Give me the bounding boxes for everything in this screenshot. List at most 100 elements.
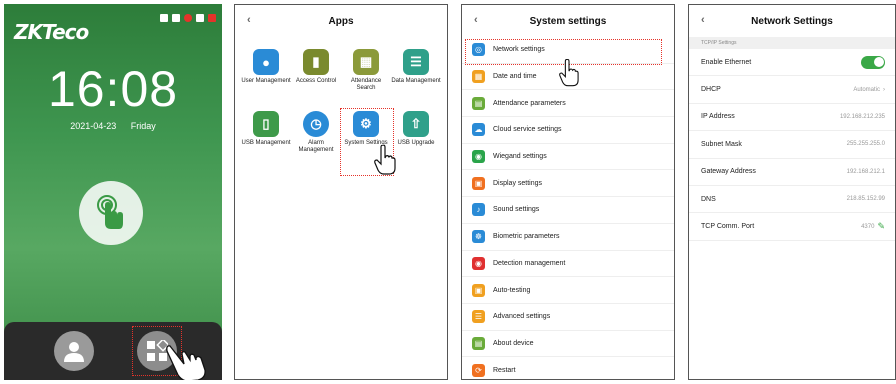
hand-pointer-icon — [374, 145, 396, 175]
home-screen: ZKTeco 16:08 2021-04-23 Friday — [4, 4, 222, 380]
network-row-dhcp[interactable]: DHCP Automatic › — [689, 76, 895, 104]
settings-item-advanced[interactable]: ☰ Advanced settings — [462, 304, 674, 331]
display-icon: ▣ — [472, 176, 485, 190]
settings-item-wiegand[interactable]: ◉ Wiegand settings — [462, 144, 674, 171]
access-control-icon: ▮ — [303, 49, 329, 75]
settings-item-attendance[interactable]: ▤ Attendance parameters — [462, 90, 674, 118]
hand-pointer-icon — [166, 345, 206, 380]
section-header: TCP/IP Settings — [689, 37, 895, 49]
row-value: 4370 ✎ — [861, 221, 885, 232]
page-title: Apps — [328, 15, 354, 27]
attendance-icon: ▤ — [472, 96, 485, 110]
settings-item-label: Detection management — [493, 259, 566, 267]
settings-item-label: Auto-testing — [493, 286, 531, 294]
wiegand-icon: ◉ — [472, 150, 485, 164]
settings-item-label: Network settings — [493, 46, 545, 54]
sound-icon: ♪ — [472, 203, 485, 217]
page-title: System settings — [529, 15, 607, 27]
app-label: User Management — [241, 78, 291, 84]
settings-item-label: Attendance parameters — [493, 99, 566, 107]
settings-item-restart[interactable]: ⟳ Restart — [462, 357, 674, 379]
row-label: DNS — [701, 195, 716, 203]
cloud-icon: ☁ — [472, 123, 485, 137]
row-label: Subnet Mask — [701, 140, 742, 148]
row-label: Enable Ethernet — [701, 58, 752, 66]
app-label: Attendance Search — [350, 78, 382, 91]
auto-testing-icon: ▣ — [472, 283, 485, 297]
clock-date: 2021-04-23 Friday — [4, 121, 222, 131]
network-header: ‹ Network Settings — [689, 5, 895, 37]
app-attendance-search[interactable]: ▦ Attendance Search — [341, 49, 391, 105]
chevron-right-icon: › — [883, 86, 885, 93]
calendar-icon: ▦ — [472, 70, 485, 84]
network-row-tcp-port[interactable]: TCP Comm. Port 4370 ✎ — [689, 213, 895, 241]
settings-item-cloud[interactable]: ☁ Cloud service settings — [462, 117, 674, 144]
hand-pointer-icon — [559, 59, 579, 87]
network-settings-screen: ‹ Network Settings TCP/IP Settings Enabl… — [688, 4, 896, 380]
attendance-search-icon: ▦ — [353, 49, 379, 75]
apps-grid: ● User Management ▮ Access Control ▦ Att… — [241, 49, 441, 176]
app-user-management[interactable]: ● User Management — [241, 49, 291, 105]
advanced-icon: ☰ — [472, 310, 485, 324]
warning-status-icon — [208, 14, 216, 22]
settings-item-label: Cloud service settings — [493, 126, 562, 134]
network-row-subnet[interactable]: Subnet Mask 255.255.255.0 — [689, 131, 895, 159]
row-value: Automatic › — [853, 87, 885, 93]
app-access-control[interactable]: ▮ Access Control — [291, 49, 341, 105]
device-status-icon — [172, 14, 180, 22]
app-usb-upgrade[interactable]: ⇧ USB Upgrade — [391, 111, 441, 167]
edit-pencil-icon[interactable]: ✎ — [877, 221, 885, 232]
usb-upgrade-icon: ⇧ — [403, 111, 429, 137]
settings-item-sound[interactable]: ♪ Sound settings — [462, 197, 674, 224]
app-usb-management[interactable]: ▯ USB Management — [241, 111, 291, 167]
ethernet-toggle[interactable] — [861, 55, 885, 69]
weekday-text: Friday — [130, 121, 156, 131]
user-management-icon: ● — [253, 49, 279, 75]
data-management-icon: ☰ — [403, 49, 429, 75]
app-label: Access Control — [295, 78, 337, 84]
row-value: 192.168.212.1 — [846, 168, 885, 175]
app-data-management[interactable]: ☰ Data Management — [391, 49, 441, 105]
network-row-dns[interactable]: DNS 218.85.152.99 — [689, 186, 895, 214]
settings-item-display[interactable]: ▣ Display settings — [462, 170, 674, 198]
verify-button[interactable] — [79, 181, 143, 245]
settings-item-label: Date and time — [493, 73, 537, 81]
back-icon[interactable]: ‹ — [247, 14, 251, 26]
network-row-ethernet[interactable]: Enable Ethernet — [689, 49, 895, 77]
row-value: 218.85.152.99 — [846, 196, 885, 203]
network-row-gateway[interactable]: Gateway Address 192.168.212.1 — [689, 159, 895, 186]
bottom-navigation — [4, 322, 222, 380]
settings-item-label: Display settings — [493, 179, 543, 187]
row-label: Gateway Address — [701, 168, 756, 176]
row-value: 192.168.212.235 — [839, 113, 885, 120]
apps-header: ‹ Apps — [235, 5, 447, 37]
clock-time: 16:08 — [47, 61, 179, 117]
back-icon[interactable]: ‹ — [474, 14, 478, 26]
about-icon: ▤ — [472, 336, 485, 350]
dhcp-value: Automatic — [853, 86, 880, 93]
date-text: 2021-04-23 — [70, 121, 117, 131]
settings-item-label: About device — [493, 339, 534, 347]
system-settings-icon: ⚙ — [353, 111, 379, 137]
app-label: USB Management — [241, 140, 291, 146]
row-label: DHCP — [701, 86, 721, 94]
back-icon[interactable]: ‹ — [701, 14, 705, 26]
apps-screen: ‹ Apps ● User Management ▮ Access Contro… — [234, 4, 448, 380]
settings-item-auto-testing[interactable]: ▣ Auto-testing — [462, 277, 674, 304]
page-title: Network Settings — [751, 15, 833, 27]
app-label: Alarm Management — [298, 140, 334, 153]
detection-icon: ◉ — [472, 256, 485, 270]
system-header: ‹ System settings — [462, 5, 674, 37]
settings-item-detection[interactable]: ◉ Detection management — [462, 251, 674, 278]
app-label: USB Upgrade — [397, 140, 435, 146]
settings-item-biometric[interactable]: ☸ Biometric parameters — [462, 224, 674, 251]
network-row-ip[interactable]: IP Address 192.168.212.235 — [689, 104, 895, 132]
user-button[interactable] — [54, 331, 94, 371]
app-alarm-management[interactable]: ◷ Alarm Management — [291, 111, 341, 167]
restart-icon: ⟳ — [472, 363, 485, 377]
settings-item-about[interactable]: ▤ About device — [462, 331, 674, 358]
settings-item-label: Restart — [493, 366, 516, 374]
message-status-icon — [196, 14, 204, 22]
row-value: 255.255.255.0 — [846, 141, 885, 148]
status-bar — [160, 14, 216, 22]
